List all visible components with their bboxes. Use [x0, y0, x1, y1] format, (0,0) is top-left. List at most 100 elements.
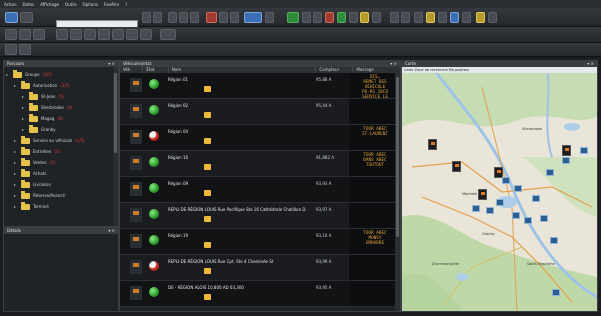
excel-icon[interactable]: [337, 12, 346, 23]
vehicle-marker[interactable]: [428, 139, 437, 150]
clock-icon[interactable]: [462, 12, 471, 23]
location-marker[interactable]: [514, 185, 522, 192]
tree-item[interactable]: ▸ Autorisation (3/5): [6, 80, 118, 91]
menu-fenetre[interactable]: Fenêtre: [104, 2, 119, 7]
location-marker[interactable]: [486, 207, 494, 214]
expand-icon[interactable]: ▸: [14, 160, 18, 165]
chart-icon[interactable]: [190, 12, 199, 23]
flag-icon[interactable]: [414, 12, 423, 23]
lock-icon[interactable]: [438, 12, 447, 23]
location-marker[interactable]: [580, 147, 588, 154]
location-marker[interactable]: [540, 215, 548, 222]
tree-item[interactable]: ▸ Achats: [6, 168, 118, 179]
edit-icon[interactable]: [19, 29, 31, 40]
vehicle-row[interactable]: Région 19 93,16 A TOUR ABEC MONSY EMBARRE: [120, 229, 400, 255]
tree-scrollbar[interactable]: [113, 67, 118, 226]
tools-icon[interactable]: [372, 12, 381, 23]
document-icon[interactable]: [313, 12, 322, 23]
expand-icon[interactable]: ▸: [22, 94, 26, 99]
vehicle-row[interactable]: Région 04 TOUR ABEC ST-LAURENT: [120, 125, 400, 151]
expand-icon[interactable]: ▸: [22, 105, 26, 110]
tab-icon[interactable]: [5, 44, 17, 55]
location-marker[interactable]: [546, 169, 554, 176]
vehicle-marker[interactable]: [562, 145, 571, 156]
vehicle-row[interactable]: Région 01 95,88 A DIS… REMET DES VÉHICULE PO-…: [120, 73, 400, 105]
vehicle-row[interactable]: Région 10 91,882 A TOUR ABEC DANS ABEC TOUTO…: [120, 151, 400, 177]
tab-icon[interactable]: [19, 44, 31, 55]
location-marker[interactable]: [552, 289, 560, 296]
expand-icon[interactable]: ▸: [14, 83, 18, 88]
note-icon[interactable]: [204, 294, 211, 300]
user-icon[interactable]: [450, 12, 459, 23]
tree-item[interactable]: ▸ St-Jean (5): [6, 91, 118, 102]
location-marker[interactable]: [550, 237, 558, 244]
location-marker[interactable]: [512, 212, 520, 219]
tree-item[interactable]: ▸ Magog (4): [6, 113, 118, 124]
menu-dates[interactable]: Dates: [23, 2, 35, 7]
vehicle-row[interactable]: REPLI-DE-RÉGION LOUIS Rue Pacifique Ste …: [120, 203, 400, 229]
refresh-icon[interactable]: [153, 12, 162, 23]
menu-affichage[interactable]: Affichage: [40, 2, 59, 7]
tree-item[interactable]: ▸ Réserve/Avancé: [6, 190, 118, 201]
alert-icon[interactable]: [206, 12, 217, 23]
expand-icon[interactable]: ▸: [14, 193, 18, 198]
expand-icon[interactable]: ▸: [14, 149, 18, 154]
vehicle-scrollbar[interactable]: [395, 73, 400, 311]
expand-icon[interactable]: ▸: [14, 182, 18, 187]
vehicle-row[interactable]: DE - RÉGION ALOIS 10,800 AD 03,300 93,95 …: [120, 281, 400, 307]
menu-help[interactable]: ?: [125, 2, 127, 7]
note-icon[interactable]: [204, 242, 211, 248]
tree-item[interactable]: ▸ Entretien (3): [6, 146, 118, 157]
tree-item[interactable]: ▸ Service au véhicule (1/5): [6, 135, 118, 146]
location-marker[interactable]: [502, 177, 510, 184]
note-icon[interactable]: [204, 164, 211, 170]
document-icon[interactable]: [302, 12, 311, 23]
view-icon[interactable]: [5, 29, 17, 40]
menu-action[interactable]: Action: [4, 2, 17, 7]
zoom-out-icon[interactable]: [126, 29, 138, 40]
map-toolbar-text[interactable]: Carte Zone de recherche Ma position: [404, 68, 469, 72]
settings-icon[interactable]: [265, 12, 274, 23]
location-marker[interactable]: [472, 205, 480, 212]
note-icon[interactable]: [204, 190, 211, 196]
expand-icon[interactable]: ▸: [14, 171, 18, 176]
location-marker[interactable]: [496, 199, 504, 206]
play-icon[interactable]: [56, 29, 68, 40]
vehicle-row[interactable]: Région 09 93,93 A: [120, 177, 400, 203]
location-marker[interactable]: [532, 195, 540, 202]
print-icon[interactable]: [219, 12, 228, 23]
note-icon[interactable]: [204, 86, 211, 92]
expand-icon[interactable]: ▸: [22, 127, 26, 132]
expand-icon[interactable]: ▸: [6, 72, 10, 77]
map-view[interactable]: Carte Zone de recherche Ma position Mont…: [402, 67, 597, 311]
tree-item[interactable]: ▸ Ventes (2): [6, 157, 118, 168]
arrow-left-icon[interactable]: [390, 12, 399, 23]
tree-item[interactable]: ▸ Groupe (3/5): [6, 69, 118, 80]
tree-item[interactable]: ▸ Livraison: [6, 179, 118, 190]
tree-item[interactable]: ▸ Granby: [6, 124, 118, 135]
pdf-icon[interactable]: [325, 12, 334, 23]
zoom-in-icon[interactable]: [112, 29, 124, 40]
menu-options[interactable]: Options: [83, 2, 98, 7]
location-marker[interactable]: [562, 157, 570, 164]
filter-icon[interactable]: [142, 12, 151, 23]
help-icon[interactable]: [488, 12, 497, 23]
vehicle-row[interactable]: REPLI-DE-RÉGION LOUIS Rue Cpt. Ste 4 Che…: [120, 255, 400, 281]
vehicle-marker[interactable]: [478, 189, 487, 200]
globe-icon[interactable]: [244, 12, 262, 23]
tree-item[interactable]: ▸ Sherbrooke (4): [6, 102, 118, 113]
grid-icon[interactable]: [168, 12, 177, 23]
vehicle-row[interactable]: Région 02 95,44 A: [120, 99, 400, 125]
note-icon[interactable]: [204, 268, 211, 274]
connect-icon[interactable]: [287, 12, 299, 23]
mail-icon[interactable]: [230, 12, 239, 23]
note-icon[interactable]: [204, 138, 211, 144]
delete-icon[interactable]: [33, 29, 45, 40]
expand-icon[interactable]: ▸: [14, 204, 18, 209]
vehicle-marker[interactable]: [452, 161, 461, 172]
image-icon[interactable]: [349, 12, 358, 23]
note-icon[interactable]: [204, 112, 211, 118]
arrow-right-icon[interactable]: [401, 12, 410, 23]
star-icon[interactable]: [426, 12, 435, 23]
stop-icon[interactable]: [84, 29, 96, 40]
